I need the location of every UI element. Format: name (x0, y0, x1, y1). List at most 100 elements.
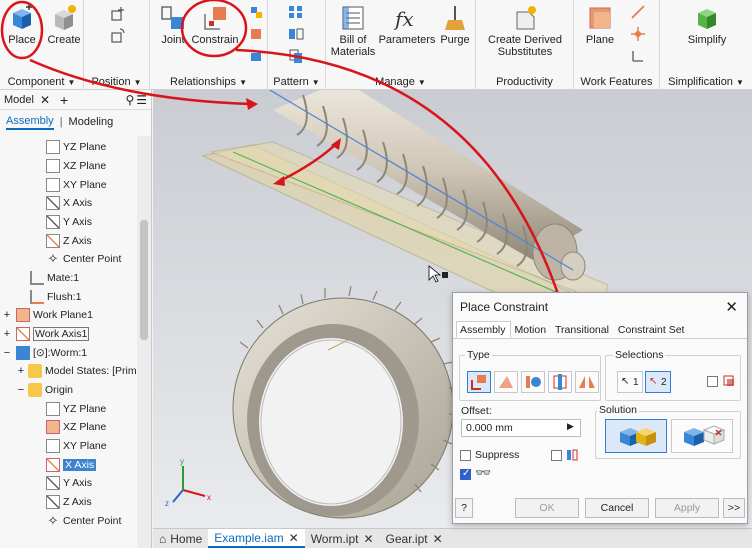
menu-icon[interactable]: ☰ (136, 93, 147, 107)
axis-icon[interactable] (630, 4, 646, 20)
show-constraints-icon[interactable] (248, 26, 264, 42)
pattern-group-label[interactable]: Pattern ▼ (268, 76, 325, 88)
tree-item[interactable]: ✧ Center Point (46, 250, 122, 268)
pattern-icon[interactable] (288, 4, 304, 20)
collapse-icon[interactable]: − (2, 347, 12, 359)
insert-type-button[interactable] (548, 371, 572, 393)
tree-item[interactable]: Y Axis (46, 474, 92, 492)
tab-assembly[interactable]: Assembly (456, 321, 511, 338)
tab-motion[interactable]: Motion (511, 321, 552, 338)
tree-item[interactable]: − [⊙]:Worm:1 (2, 344, 87, 362)
tree-item[interactable]: Mate:1 (30, 269, 79, 287)
tree-item[interactable]: − Origin (16, 381, 73, 399)
preview-checkbox[interactable]: ✓ (460, 469, 471, 480)
expand-icon[interactable]: + (2, 328, 12, 340)
first-occurrence-checkbox[interactable] (707, 376, 718, 387)
more-button[interactable]: >> (723, 498, 745, 518)
free-move-icon[interactable] (110, 6, 126, 22)
tree-item[interactable]: Z Axis (46, 232, 92, 250)
close-icon[interactable]: ✕ (40, 93, 50, 107)
point-icon[interactable] (630, 26, 646, 42)
help-button[interactable]: ? (455, 498, 473, 518)
offset-input[interactable]: 0.000 mm (461, 419, 581, 437)
tab-home[interactable]: ⌂ Home (153, 529, 208, 548)
place-button[interactable]: Place (4, 2, 40, 46)
tab-transitional[interactable]: Transitional (551, 321, 614, 338)
collapse-icon[interactable]: − (16, 384, 26, 396)
relationship-icon[interactable] (248, 48, 264, 64)
tree-item-selected[interactable]: X Axis (46, 456, 97, 474)
selection-1-button[interactable]: ↖ 1 (617, 371, 643, 393)
tree-item[interactable]: Z Axis (46, 493, 92, 511)
bom-button[interactable]: Bill of Materials (330, 2, 376, 58)
mate-type-button[interactable] (467, 371, 491, 393)
tangent-type-button[interactable] (521, 371, 545, 393)
create-derived-substitutes-button[interactable]: Create Derived Substitutes (480, 2, 570, 58)
selection-2-button[interactable]: ↖ 2 (645, 371, 671, 393)
position-group-label[interactable]: Position ▼ (84, 76, 149, 88)
parameters-button[interactable]: fx Parameters (378, 2, 436, 46)
component-group-label[interactable]: Component ▼ (0, 76, 83, 88)
play-icon[interactable]: ▶ (567, 421, 574, 432)
limits-checkbox[interactable] (551, 450, 562, 461)
free-rotate-icon[interactable] (110, 28, 126, 44)
tree-item[interactable]: YZ Plane (46, 138, 106, 156)
flush-solution-button[interactable] (671, 419, 733, 453)
ok-button[interactable]: OK (515, 498, 579, 518)
add-tab-icon[interactable]: + (60, 92, 68, 108)
copy-icon[interactable] (288, 48, 304, 64)
ucs-icon[interactable] (630, 48, 646, 64)
relationships-group-label[interactable]: Relationships ▼ (150, 76, 267, 88)
mode-modeling[interactable]: Modeling (69, 116, 114, 128)
component-group: Place Create Component ▼ (0, 0, 84, 90)
search-icon[interactable]: ⚲ (125, 93, 134, 107)
apply-button[interactable]: Apply (655, 498, 719, 518)
document-tabs: ⌂ Home Example.iam ✕ Worm.ipt ✕ Gear.ipt ✕ (153, 528, 752, 548)
tree-item[interactable]: + Model States: [Prim (16, 362, 137, 380)
tree-item[interactable]: YZ Plane (46, 400, 106, 418)
mirror-icon[interactable] (288, 26, 304, 42)
expand-icon[interactable]: + (2, 309, 12, 321)
tree-item[interactable]: Y Axis (46, 213, 92, 231)
manage-group-label[interactable]: Manage ▼ (326, 76, 475, 88)
scrollbar-thumb[interactable] (140, 220, 148, 340)
mode-assembly[interactable]: Assembly (6, 115, 54, 130)
plane-button[interactable]: Plane (580, 2, 620, 46)
close-icon[interactable]: ✕ (363, 532, 373, 546)
plane-icon (46, 159, 60, 173)
close-icon[interactable]: ✕ (433, 532, 443, 546)
plane-icon (46, 402, 60, 416)
mate-solution-button[interactable] (605, 419, 667, 453)
constrain-icon (204, 7, 226, 30)
tab-gear-ipt[interactable]: Gear.ipt ✕ (380, 529, 449, 548)
tree-item[interactable]: X Axis (46, 194, 92, 212)
tree-item[interactable]: XY Plane (46, 176, 107, 194)
tree-item[interactable]: XY Plane (46, 437, 107, 455)
tab-constraint-set[interactable]: Constraint Set (614, 321, 690, 338)
tree-item[interactable]: + Work Axis1 (2, 325, 90, 343)
tree-item[interactable]: + Work Plane1 (2, 306, 93, 324)
create-button[interactable]: Create (46, 2, 82, 46)
browser-scrollbar[interactable] (137, 136, 151, 548)
joint-button[interactable]: Joint (156, 2, 190, 46)
cancel-button[interactable]: Cancel (585, 498, 649, 518)
angle-type-button[interactable] (494, 371, 518, 393)
tree-item[interactable]: XZ Plane (46, 418, 106, 436)
tree-item[interactable]: Flush:1 (30, 288, 81, 306)
tab-model[interactable]: Model (4, 94, 34, 106)
constrain-button[interactable]: Constrain (190, 2, 240, 46)
close-icon[interactable]: ✕ (289, 531, 299, 545)
purge-button[interactable]: Purge (438, 2, 472, 46)
simplify-button[interactable]: Simplify (680, 2, 734, 46)
contact-set-icon[interactable] (248, 4, 264, 20)
suppress-checkbox[interactable] (460, 450, 471, 461)
dialog-title-bar[interactable]: Place Constraint ✕ (453, 293, 747, 321)
symmetry-type-button[interactable] (575, 371, 599, 393)
tab-worm-ipt[interactable]: Worm.ipt ✕ (305, 529, 380, 548)
tab-example-iam[interactable]: Example.iam ✕ (208, 529, 305, 548)
tree-item[interactable]: ✧ Center Point (46, 512, 122, 530)
expand-icon[interactable]: + (16, 365, 26, 377)
close-icon[interactable]: ✕ (725, 298, 738, 316)
tree-item[interactable]: XZ Plane (46, 157, 106, 175)
simplification-group-label[interactable]: Simplification ▼ (660, 76, 752, 88)
